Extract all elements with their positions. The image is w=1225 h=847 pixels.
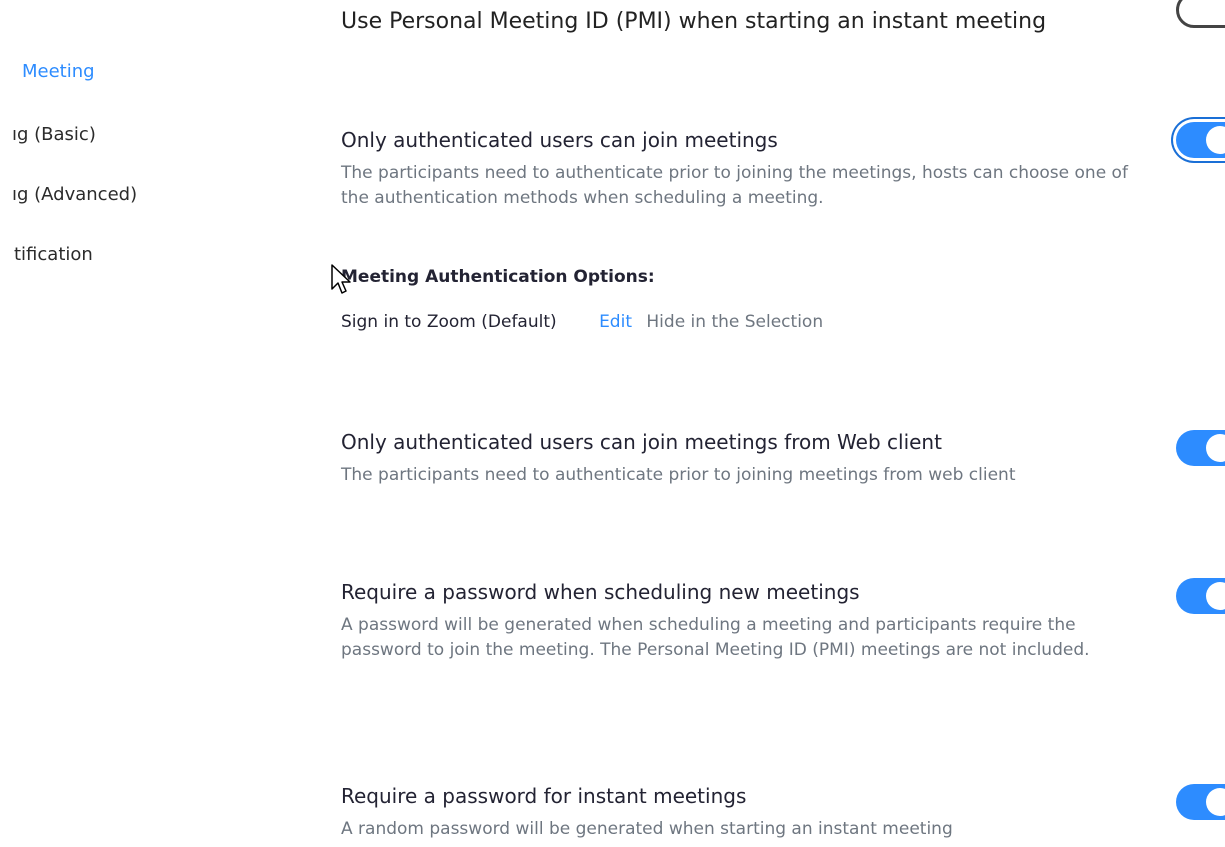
sidebar: Meeting ıg (Basic) ıg (Advanced) tificat… [0,0,300,847]
toggle-knob [1206,582,1225,610]
sidebar-item-recording-advanced[interactable]: ıg (Advanced) [12,184,137,205]
hide-in-selection-link[interactable]: Hide in the Selection [646,312,823,332]
setting-password-scheduling: Require a password when scheduling new m… [341,578,1141,663]
toggle-knob [1206,434,1225,462]
setting-title: Only authenticated users can join meetin… [341,430,942,454]
setting-title: Require a password for instant meetings [341,784,747,808]
sidebar-item-notification[interactable]: tification [14,244,93,265]
auth-option-row: Sign in to Zoom (Default) Edit Hide in t… [341,312,823,332]
toggle-knob [1206,788,1225,816]
setting-description: A random password will be generated when… [341,819,953,839]
toggle-pmi-instant[interactable] [1176,0,1225,28]
toggle-password-instant[interactable] [1176,784,1225,820]
setting-description: The participants need to authenticate pr… [341,465,1016,485]
toggle-authenticated-users[interactable] [1176,122,1225,158]
setting-title: Require a password when scheduling new m… [341,580,860,604]
edit-link[interactable]: Edit [599,312,632,332]
toggle-web-client-auth[interactable] [1176,430,1225,466]
toggle-password-scheduling[interactable] [1176,578,1225,614]
setting-description: The participants need to authenticate pr… [341,163,1128,208]
toggle-knob [1206,126,1225,154]
settings-page: Use Personal Meeting ID (PMI) when start… [0,0,1225,847]
setting-title-pmi-instant: Use Personal Meeting ID (PMI) when start… [341,9,1047,34]
setting-password-instant: Require a password for instant meetings … [341,782,1141,842]
setting-authenticated-users: Only authenticated users can join meetin… [341,126,1141,211]
setting-description: A password will be generated when schedu… [341,615,1090,660]
sidebar-item-recording-basic[interactable]: ıg (Basic) [12,124,96,145]
auth-options-heading: Meeting Authentication Options: [341,267,655,287]
auth-option-label: Sign in to Zoom (Default) [341,312,557,332]
setting-web-client-auth: Only authenticated users can join meetin… [341,428,1141,488]
mouse-pointer-icon [331,264,351,294]
sidebar-item-meeting[interactable]: Meeting [22,61,95,82]
setting-title: Only authenticated users can join meetin… [341,128,778,152]
